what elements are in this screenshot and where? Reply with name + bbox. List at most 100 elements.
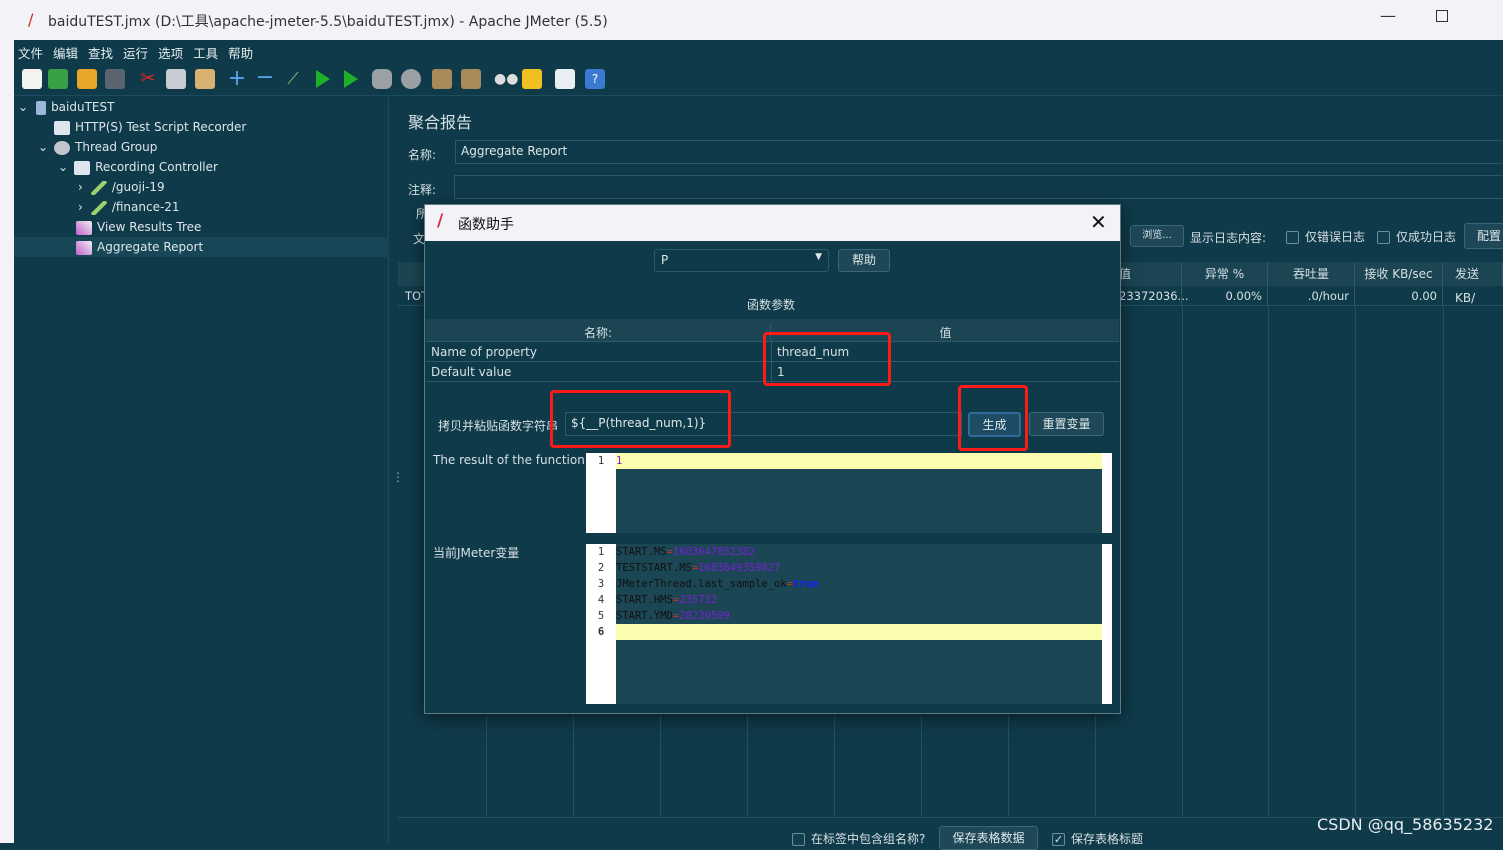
column-header-name: 名称: bbox=[426, 324, 771, 341]
configure-button[interactable]: 配置 bbox=[1464, 223, 1503, 249]
stop-icon[interactable] bbox=[372, 69, 392, 89]
save-table-button[interactable]: 保存表格数据 bbox=[939, 826, 1038, 850]
flask-icon bbox=[36, 100, 47, 115]
chevron-right-icon[interactable]: › bbox=[78, 200, 83, 214]
toggle-icon[interactable]: ⟋ bbox=[283, 69, 303, 89]
jmeter-vars-editor[interactable]: 123456 START.MS=1683647852382 TESTSTART.… bbox=[586, 544, 1112, 704]
controller-icon bbox=[74, 160, 91, 175]
menu-help[interactable]: 帮助 bbox=[228, 43, 253, 62]
cut-icon[interactable]: ✂ bbox=[138, 69, 158, 89]
copy-icon[interactable] bbox=[166, 69, 186, 89]
comment-label: 注释: bbox=[408, 183, 437, 197]
new-icon[interactable] bbox=[22, 69, 42, 89]
errors-only-checkbox[interactable]: 仅错误日志 bbox=[1286, 228, 1365, 245]
tree-item-thread-group[interactable]: ⌄ Thread Group bbox=[38, 137, 157, 157]
background-window-edge bbox=[0, 40, 14, 843]
shutdown-icon[interactable] bbox=[401, 69, 421, 89]
column-header-received[interactable]: 接收 KB/sec bbox=[1355, 262, 1443, 286]
tree-item-view-results-tree[interactable]: View Results Tree bbox=[76, 217, 201, 237]
start-no-pause-icon[interactable] bbox=[344, 70, 358, 88]
menu-edit[interactable]: 编辑 bbox=[53, 43, 78, 62]
var-line: JMeterThread.last_sample_ok=true bbox=[616, 578, 819, 590]
column-header-throughput[interactable]: 吞吐量 bbox=[1268, 262, 1355, 286]
watermark: CSDN @qq_58635232 bbox=[1317, 815, 1494, 834]
tree-item-recorder[interactable]: HTTP(S) Test Script Recorder bbox=[54, 117, 246, 137]
listener-icon bbox=[76, 220, 92, 235]
function-helper-dialog: / 函数助手 ✕ P ▼ 帮助 函数参数 名称: 值 Name of proper… bbox=[424, 204, 1121, 714]
cell-received: 0.00 bbox=[1355, 286, 1443, 306]
pipette-icon bbox=[90, 180, 107, 195]
save-icon[interactable] bbox=[105, 69, 125, 89]
chevron-down-icon[interactable]: ⌄ bbox=[58, 160, 68, 174]
tree-item-aggregate-report[interactable]: Aggregate Report bbox=[14, 237, 389, 257]
chevron-down-icon[interactable]: ▼ bbox=[815, 252, 822, 262]
tree-item-recording-controller[interactable]: ⌄ Recording Controller bbox=[58, 157, 218, 177]
cell-throughput: .0/hour bbox=[1268, 286, 1355, 306]
success-only-checkbox[interactable]: 仅成功日志 bbox=[1377, 228, 1456, 245]
menu-run[interactable]: 运行 bbox=[123, 43, 148, 62]
var-line: START.MS=1683647852382 bbox=[616, 546, 756, 558]
maximize-button[interactable] bbox=[1436, 10, 1448, 22]
result-line: 1 bbox=[616, 455, 623, 467]
column-header-sent[interactable]: 发送 KB/ bbox=[1443, 262, 1503, 305]
open-icon[interactable] bbox=[77, 69, 97, 89]
log-content-label: 显示日志内容: bbox=[1190, 231, 1267, 245]
gear-icon bbox=[54, 140, 71, 155]
result-label: The result of the function is bbox=[433, 453, 599, 467]
result-editor[interactable]: 1 1 bbox=[586, 453, 1112, 533]
expand-icon[interactable]: + bbox=[227, 68, 247, 90]
tree-item-test-plan[interactable]: ⌄ baiduTEST bbox=[18, 97, 114, 117]
browse-button[interactable]: 浏览... bbox=[1130, 225, 1184, 247]
reset-search-icon[interactable] bbox=[522, 69, 542, 89]
chevron-down-icon[interactable]: ⌄ bbox=[38, 140, 48, 154]
reset-variables-button[interactable]: 重置变量 bbox=[1029, 412, 1104, 436]
highlight-box bbox=[958, 385, 1028, 451]
window-title: baiduTEST.jmx (D:\工具\apache-jmeter-5.5\b… bbox=[48, 14, 608, 30]
jmeter-feather-icon: / bbox=[28, 10, 34, 29]
title-bar: / baiduTEST.jmx (D:\工具\apache-jmeter-5.5… bbox=[0, 0, 1503, 40]
menu-bar: 文件 编辑 查找 运行 选项 工具 帮助 bbox=[14, 40, 1503, 62]
include-group-checkbox[interactable]: 在标签中包含组名称? bbox=[792, 830, 925, 847]
cell-error: 0.00% bbox=[1182, 286, 1268, 306]
comment-input[interactable] bbox=[454, 175, 1503, 199]
var-line: START.YMD=20230509 bbox=[616, 610, 730, 622]
listener-icon bbox=[76, 240, 92, 255]
dialog-title-bar: / 函数助手 ✕ bbox=[425, 205, 1120, 241]
name-input[interactable]: Aggregate Report bbox=[455, 140, 1503, 164]
collapse-icon[interactable]: − bbox=[255, 67, 275, 89]
menu-options[interactable]: 选项 bbox=[158, 43, 183, 62]
test-plan-tree: ⌄ baiduTEST HTTP(S) Test Script Recorder … bbox=[14, 97, 389, 843]
menu-file[interactable]: 文件 bbox=[18, 43, 43, 62]
column-header-error[interactable]: 异常 % bbox=[1182, 262, 1268, 286]
paste-icon[interactable] bbox=[195, 69, 215, 89]
function-select[interactable]: P ▼ bbox=[654, 249, 829, 272]
clear-all-icon[interactable] bbox=[461, 69, 481, 89]
function-helper-icon[interactable] bbox=[555, 69, 575, 89]
templates-icon[interactable] bbox=[48, 69, 68, 89]
dialog-title: 函数助手 bbox=[458, 217, 514, 233]
search-icon[interactable]: ●● bbox=[494, 69, 518, 89]
tree-item-sampler[interactable]: ›/guoji-19 bbox=[78, 177, 165, 197]
close-icon[interactable]: ✕ bbox=[1090, 210, 1107, 234]
highlight-box bbox=[763, 332, 891, 386]
tree-item-sampler[interactable]: ›/finance-21 bbox=[78, 197, 180, 217]
menu-tools[interactable]: 工具 bbox=[193, 43, 218, 62]
clear-icon[interactable] bbox=[432, 69, 452, 89]
save-header-checkbox[interactable]: ✓ 保存表格标题 bbox=[1052, 830, 1143, 847]
var-line: TESTSTART.MS=1683649359827 bbox=[616, 562, 781, 574]
chevron-right-icon[interactable]: › bbox=[78, 180, 83, 194]
menu-search[interactable]: 查找 bbox=[88, 43, 113, 62]
minimize-button[interactable]: — bbox=[1380, 6, 1396, 25]
chevron-down-icon[interactable]: ⌄ bbox=[18, 100, 28, 114]
highlight-box bbox=[550, 390, 731, 448]
copy-paste-label: 拷贝并粘贴函数字符串 bbox=[438, 419, 559, 433]
var-line: START.HMS=235732 bbox=[616, 594, 718, 606]
pipette-icon bbox=[90, 200, 107, 215]
panel-title: 聚合报告 bbox=[408, 113, 473, 132]
start-icon[interactable] bbox=[316, 70, 330, 88]
params-title: 函数参数 bbox=[747, 298, 796, 312]
recorder-icon bbox=[54, 120, 70, 135]
help-button[interactable]: 帮助 bbox=[838, 249, 890, 272]
help-icon[interactable]: ? bbox=[585, 69, 605, 89]
name-label: 名称: bbox=[408, 148, 437, 162]
